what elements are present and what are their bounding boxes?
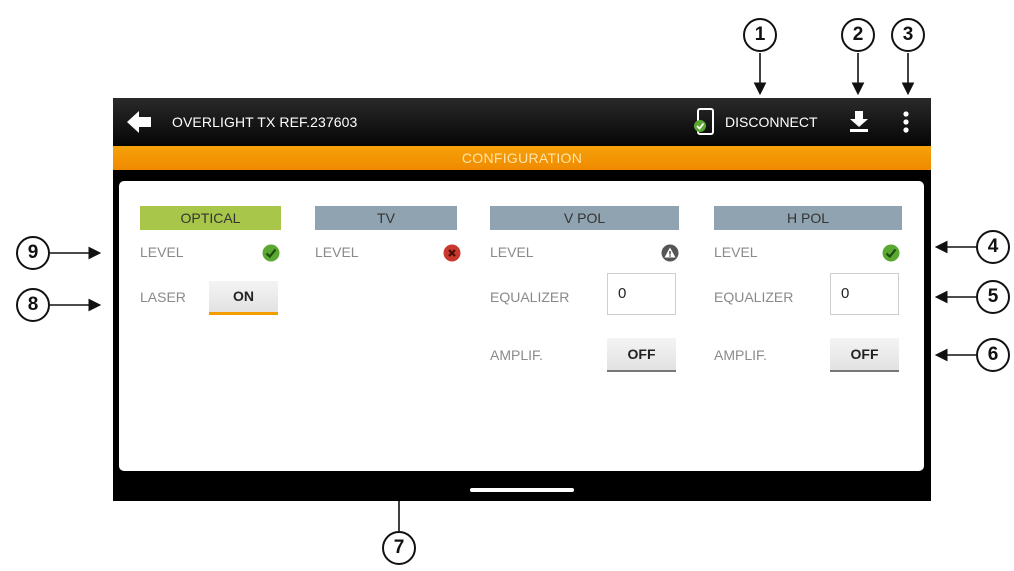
callout-7: 7 bbox=[382, 531, 416, 565]
callout-3: 3 bbox=[891, 18, 925, 52]
more-vert-icon[interactable] bbox=[901, 110, 911, 134]
hpol-header: H POL bbox=[714, 206, 902, 230]
tv-header: TV bbox=[315, 206, 457, 230]
tv-level-error-icon bbox=[443, 244, 461, 262]
callout-1: 1 bbox=[743, 18, 777, 52]
vpol-amplif-label: AMPLIF. bbox=[490, 347, 543, 363]
hpol-level-ok-icon bbox=[882, 244, 900, 262]
hpol-level-label: LEVEL bbox=[714, 244, 758, 260]
callout-8: 8 bbox=[16, 288, 50, 322]
callout-9: 9 bbox=[16, 236, 50, 270]
vpol-level-label: LEVEL bbox=[490, 244, 534, 260]
back-arrow-icon[interactable] bbox=[127, 109, 153, 135]
hpol-equalizer-label: EQUALIZER bbox=[714, 289, 794, 305]
disconnect-button[interactable]: DISCONNECT bbox=[725, 114, 818, 130]
callout-2: 2 bbox=[841, 18, 875, 52]
laser-label: LASER bbox=[140, 289, 186, 305]
hpol-amplif-label: AMPLIF. bbox=[714, 347, 767, 363]
vpol-amplif-button[interactable]: OFF bbox=[607, 338, 676, 372]
callout-5: 5 bbox=[976, 280, 1010, 314]
configuration-header: CONFIGURATION bbox=[113, 146, 931, 170]
laser-toggle-button[interactable]: ON bbox=[209, 281, 278, 315]
optical-level-label: LEVEL bbox=[140, 244, 184, 260]
home-indicator[interactable] bbox=[470, 488, 574, 492]
tv-level-label: LEVEL bbox=[315, 244, 359, 260]
phone-connected-icon bbox=[694, 108, 714, 135]
callout-6: 6 bbox=[976, 338, 1010, 372]
device-screen: OVERLIGHT TX REF.237603 DISCONNECT CONFI… bbox=[113, 98, 931, 501]
vpol-equalizer-label: EQUALIZER bbox=[490, 289, 570, 305]
vpol-level-warning-icon bbox=[661, 244, 679, 262]
callout-4: 4 bbox=[976, 230, 1010, 264]
configuration-panel: OPTICAL LEVEL LASER ON TV LEVEL V POL LE… bbox=[119, 181, 924, 471]
optical-header: OPTICAL bbox=[140, 206, 281, 230]
optical-level-ok-icon bbox=[262, 244, 280, 262]
app-bar: OVERLIGHT TX REF.237603 DISCONNECT bbox=[113, 98, 931, 146]
vpol-header: V POL bbox=[490, 206, 679, 230]
hpol-equalizer-input[interactable]: 0 bbox=[830, 273, 899, 315]
device-title: OVERLIGHT TX REF.237603 bbox=[172, 114, 358, 130]
vpol-equalizer-input[interactable]: 0 bbox=[607, 273, 676, 315]
hpol-amplif-button[interactable]: OFF bbox=[830, 338, 899, 372]
download-icon[interactable] bbox=[847, 109, 871, 133]
